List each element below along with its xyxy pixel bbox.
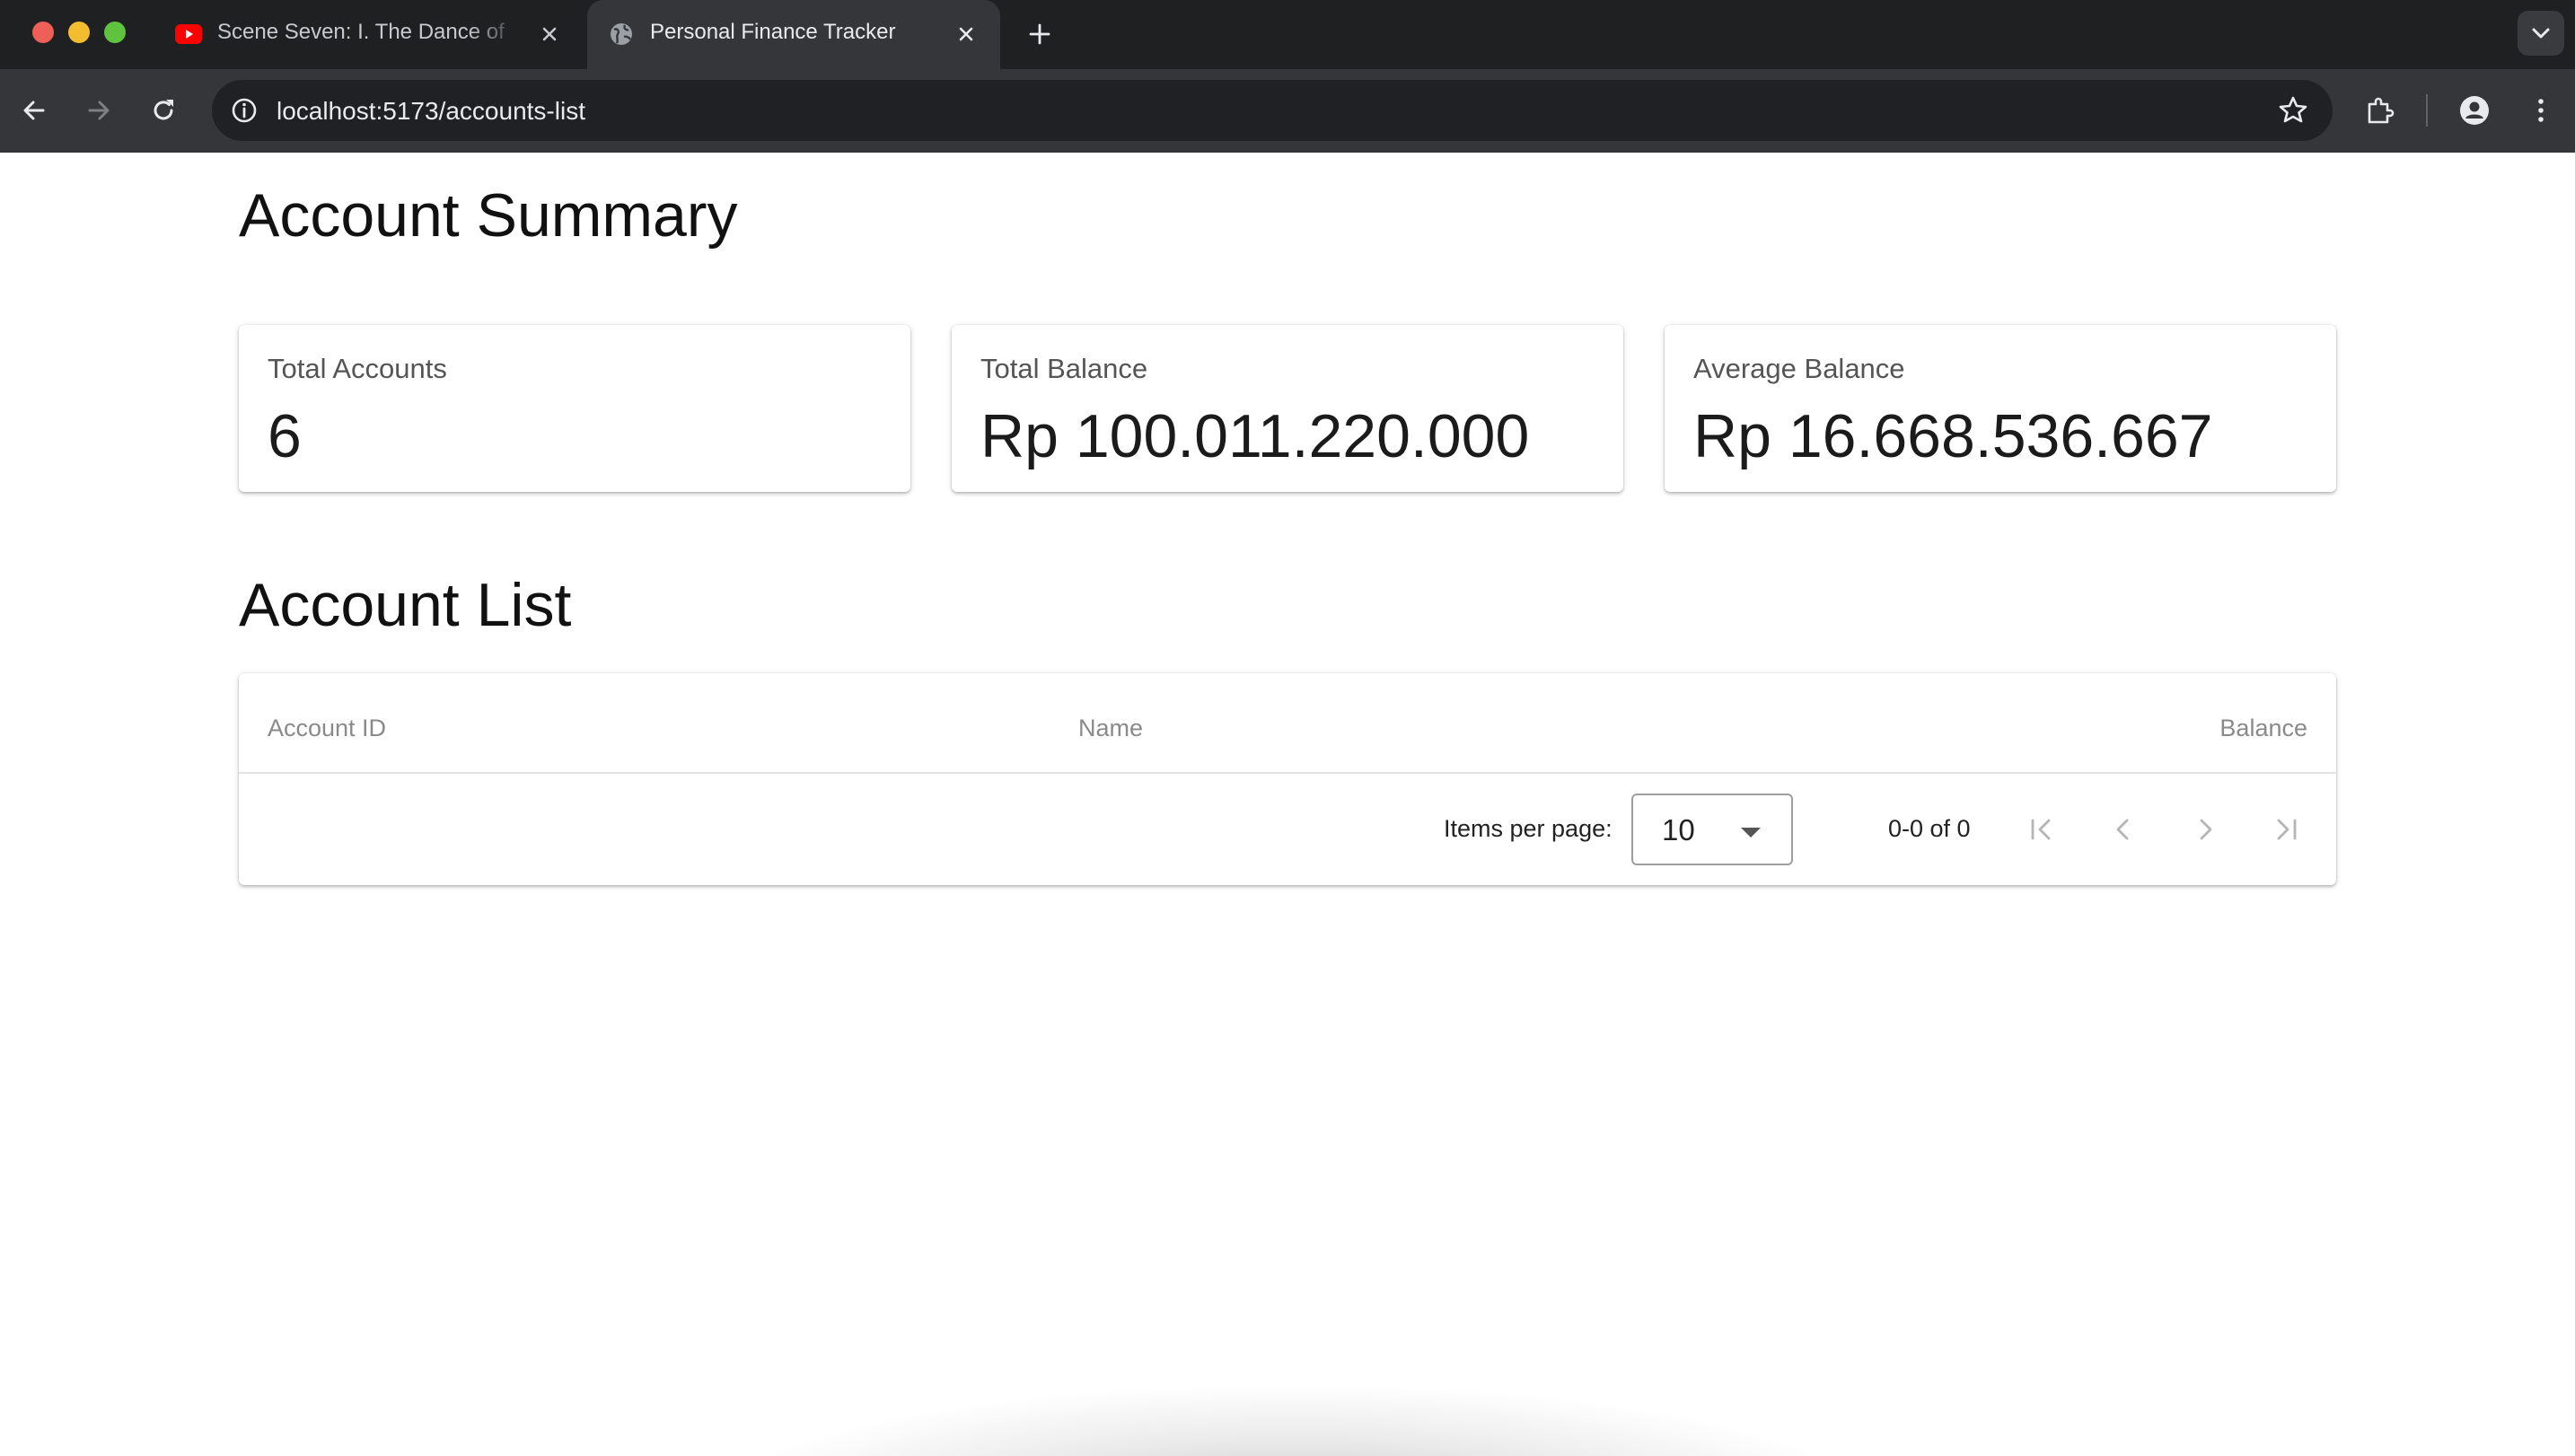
tab-personal-finance-tracker[interactable]: Personal Finance Tracker (587, 0, 1000, 69)
card-label: Total Accounts (268, 353, 447, 384)
more-menu-icon[interactable] (2523, 92, 2559, 128)
first-page-icon[interactable] (2020, 808, 2063, 851)
url-text[interactable]: localhost:5173/accounts-list (277, 96, 585, 127)
browser-toolbar: localhost:5173/accounts-list (0, 69, 2575, 153)
column-header-name[interactable]: Name (1078, 713, 1143, 743)
profile-avatar-icon[interactable] (2456, 92, 2492, 128)
extensions-puzzle-icon[interactable] (2361, 92, 2397, 128)
page-content: Account Summary Total Accounts 6 Total B… (0, 153, 2575, 1456)
back-arrow-icon[interactable] (16, 92, 52, 128)
card-value: 6 (268, 402, 302, 470)
close-window-button[interactable] (32, 22, 54, 43)
card-value: Rp 100.011.220.000 (980, 402, 1530, 470)
site-info-icon[interactable] (226, 92, 262, 128)
total-balance-card: Total Balance Rp 100.011.220.000 (952, 325, 1623, 492)
close-tab-icon[interactable] (952, 20, 980, 48)
dropdown-caret-icon (1741, 828, 1761, 838)
maximize-window-button[interactable] (104, 22, 126, 43)
card-label: Total Balance (980, 353, 1148, 384)
last-page-icon[interactable] (2264, 808, 2307, 851)
youtube-icon (175, 24, 202, 44)
tab-youtube[interactable]: Scene Seven: I. The Dance of (154, 0, 584, 69)
browser-tab-bar: Scene Seven: I. The Dance of Personal Fi… (0, 0, 2575, 69)
average-balance-card: Average Balance Rp 16.668.536.667 (1665, 325, 2336, 492)
account-list-title: Account List (239, 571, 572, 639)
tab-title: Personal Finance Tracker (650, 20, 896, 44)
column-header-account-id[interactable]: Account ID (268, 713, 386, 743)
floating-element-shadow (700, 1382, 1885, 1456)
close-tab-icon[interactable] (535, 20, 564, 48)
new-tab-icon[interactable] (1024, 18, 1056, 50)
account-summary-title: Account Summary (239, 181, 738, 250)
items-per-page-label: Items per page: (1444, 815, 1613, 842)
reload-icon[interactable] (145, 92, 181, 128)
items-per-page-value: 10 (1662, 813, 1695, 846)
pagination-range-label: 0-0 of 0 (1888, 815, 1971, 842)
address-bar[interactable]: localhost:5173/accounts-list (212, 80, 2333, 141)
next-page-icon[interactable] (2184, 808, 2227, 851)
column-header-balance[interactable]: Balance (2219, 713, 2307, 743)
items-per-page-select[interactable]: 10 (1631, 794, 1793, 865)
tab-search-button[interactable] (2518, 11, 2564, 56)
globe-icon (611, 23, 632, 45)
minimize-window-button[interactable] (68, 22, 90, 43)
header-divider (239, 772, 2336, 774)
tab-title: Scene Seven: I. The Dance of (217, 20, 505, 44)
toolbar-divider (2426, 94, 2428, 127)
bookmark-star-icon[interactable] (2275, 92, 2311, 128)
forward-arrow-icon[interactable] (81, 92, 117, 128)
accounts-table: Account ID Name Balance Items per page: … (239, 673, 2336, 885)
chevron-down-icon (2532, 28, 2550, 39)
total-accounts-card: Total Accounts 6 (239, 325, 910, 492)
previous-page-icon[interactable] (2102, 808, 2145, 851)
card-value: Rp 16.668.536.667 (1693, 402, 2213, 470)
card-label: Average Balance (1693, 353, 1905, 384)
